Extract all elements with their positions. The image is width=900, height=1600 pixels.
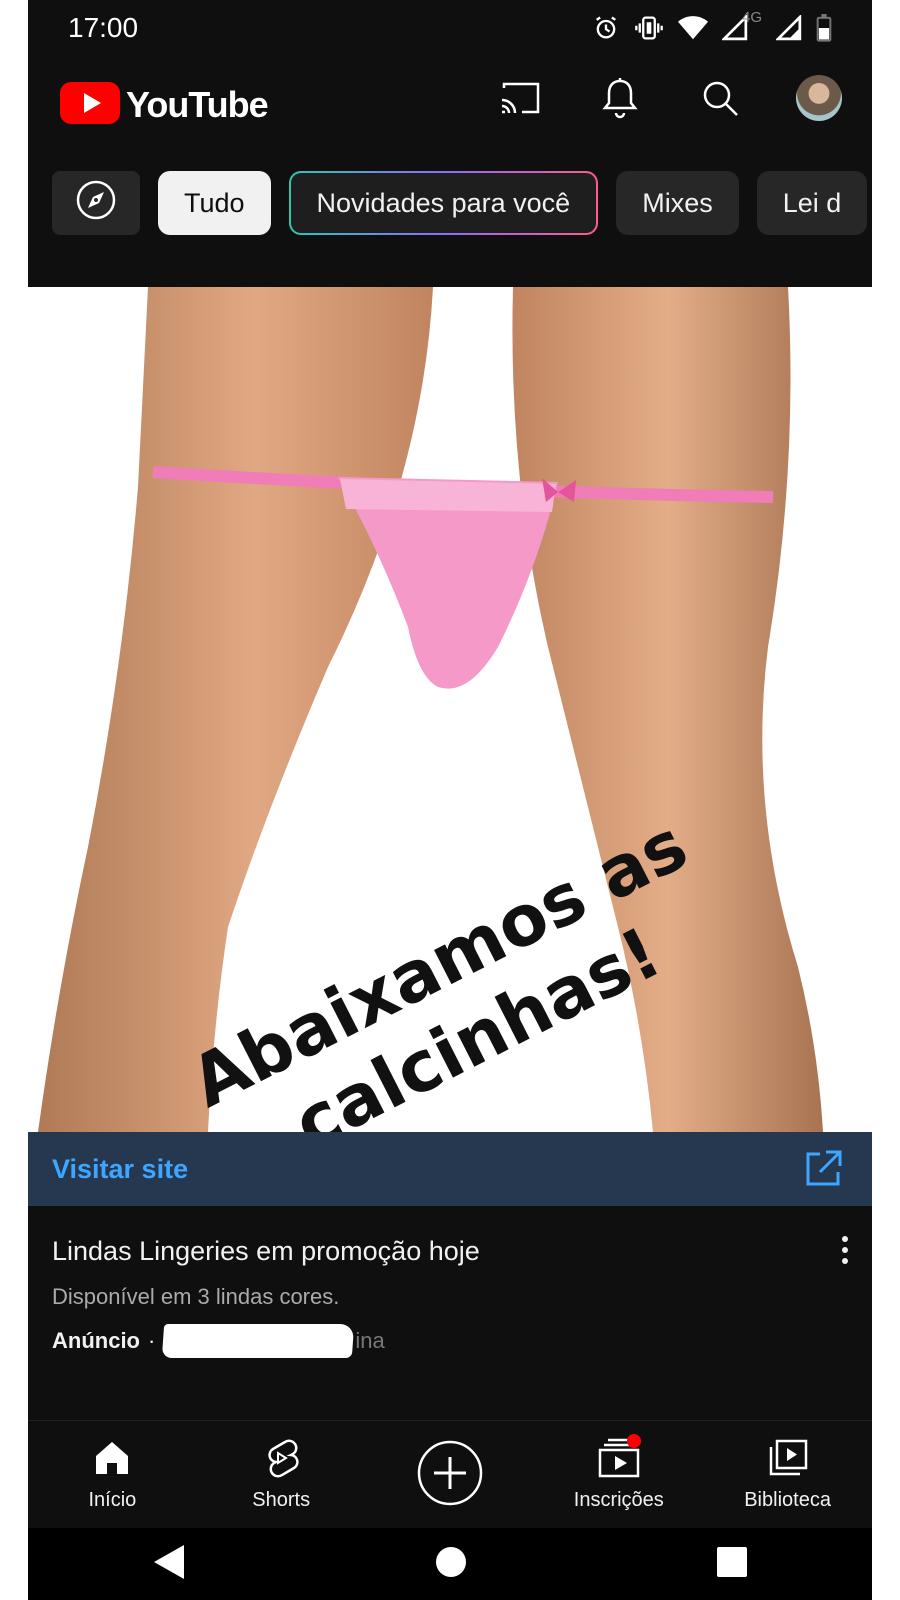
category-chips: Tudo Novidades para você Mixes Lei d xyxy=(52,170,872,236)
bottom-navigation: Início Shorts Inscrições Biblioteca xyxy=(28,1420,872,1529)
status-time: 17:00 xyxy=(68,12,139,43)
battery-icon xyxy=(816,14,832,42)
explore-chip[interactable] xyxy=(52,171,140,235)
advertiser-name: ina xyxy=(355,1328,385,1353)
nav-label-biblioteca: Biblioteca xyxy=(744,1489,831,1511)
chip-novidades-para-voce[interactable]: Novidades para você xyxy=(289,171,599,235)
youtube-logo[interactable]: YouTube xyxy=(60,81,269,129)
search-icon[interactable] xyxy=(696,74,744,122)
compass-icon xyxy=(74,178,118,229)
create-icon xyxy=(416,1439,484,1512)
nav-biblioteca[interactable]: Biblioteca xyxy=(708,1438,868,1512)
avatar[interactable] xyxy=(796,75,842,121)
ad-details[interactable]: Lindas Lingeries em promoção hoje Dispon… xyxy=(28,1206,872,1420)
cast-icon[interactable] xyxy=(496,74,544,122)
ad-badge: Anúncio xyxy=(52,1328,140,1353)
home-icon xyxy=(92,1438,132,1483)
phone-screen: 17:00 4G YouTube Tudo Novidades para voc… xyxy=(28,0,872,1600)
ad-title: Lindas Lingeries em promoção hoje xyxy=(52,1236,480,1266)
network-type-label: 4G xyxy=(742,9,763,26)
library-icon xyxy=(767,1438,809,1483)
youtube-play-icon xyxy=(60,81,120,129)
chip-lei[interactable]: Lei d xyxy=(756,171,868,235)
ad-description: Disponível em 3 lindas cores. xyxy=(52,1284,340,1309)
nav-label-inicio: Início xyxy=(88,1489,137,1511)
alarm-icon xyxy=(592,14,620,42)
nav-create[interactable] xyxy=(370,1439,530,1512)
nav-inicio[interactable]: Início xyxy=(32,1438,192,1512)
nav-label-shorts: Shorts xyxy=(252,1489,311,1511)
system-navigation xyxy=(28,1528,872,1600)
app-bar-actions xyxy=(496,74,842,122)
ad-meta: Anúncio · ina xyxy=(52,1324,385,1358)
status-icons: 4G xyxy=(592,9,832,42)
external-link-icon[interactable] xyxy=(802,1148,844,1190)
youtube-logo-text: YouTube xyxy=(126,84,269,125)
more-options-icon[interactable] xyxy=(842,1236,848,1264)
nav-shorts[interactable]: Shorts xyxy=(201,1438,361,1512)
back-icon[interactable] xyxy=(152,1543,186,1586)
signal-icon: 4G xyxy=(722,9,762,41)
signal-icon xyxy=(776,15,802,41)
home-circle-icon[interactable] xyxy=(434,1545,468,1584)
status-bar: 17:00 4G xyxy=(28,0,872,56)
visit-site-bar[interactable]: Visitar site xyxy=(28,1132,872,1206)
visit-site-label: Visitar site xyxy=(52,1153,189,1184)
chip-tudo[interactable]: Tudo xyxy=(158,171,271,235)
nav-label-inscricoes: Inscrições xyxy=(573,1489,664,1511)
bell-icon[interactable] xyxy=(596,74,644,122)
vibrate-icon xyxy=(634,14,664,42)
meta-separator: · xyxy=(148,1328,156,1353)
wifi-icon xyxy=(678,15,708,41)
shorts-icon xyxy=(261,1438,301,1483)
ad-image[interactable]: Abaixamos as calcinhas! xyxy=(28,287,872,1132)
nav-inscricoes[interactable]: Inscrições xyxy=(539,1434,699,1512)
chip-mixes[interactable]: Mixes xyxy=(616,171,739,235)
notification-dot xyxy=(626,1434,641,1448)
top-app-bar: YouTube xyxy=(28,70,872,140)
recents-icon[interactable] xyxy=(716,1546,748,1583)
redaction-mark xyxy=(162,1324,355,1358)
